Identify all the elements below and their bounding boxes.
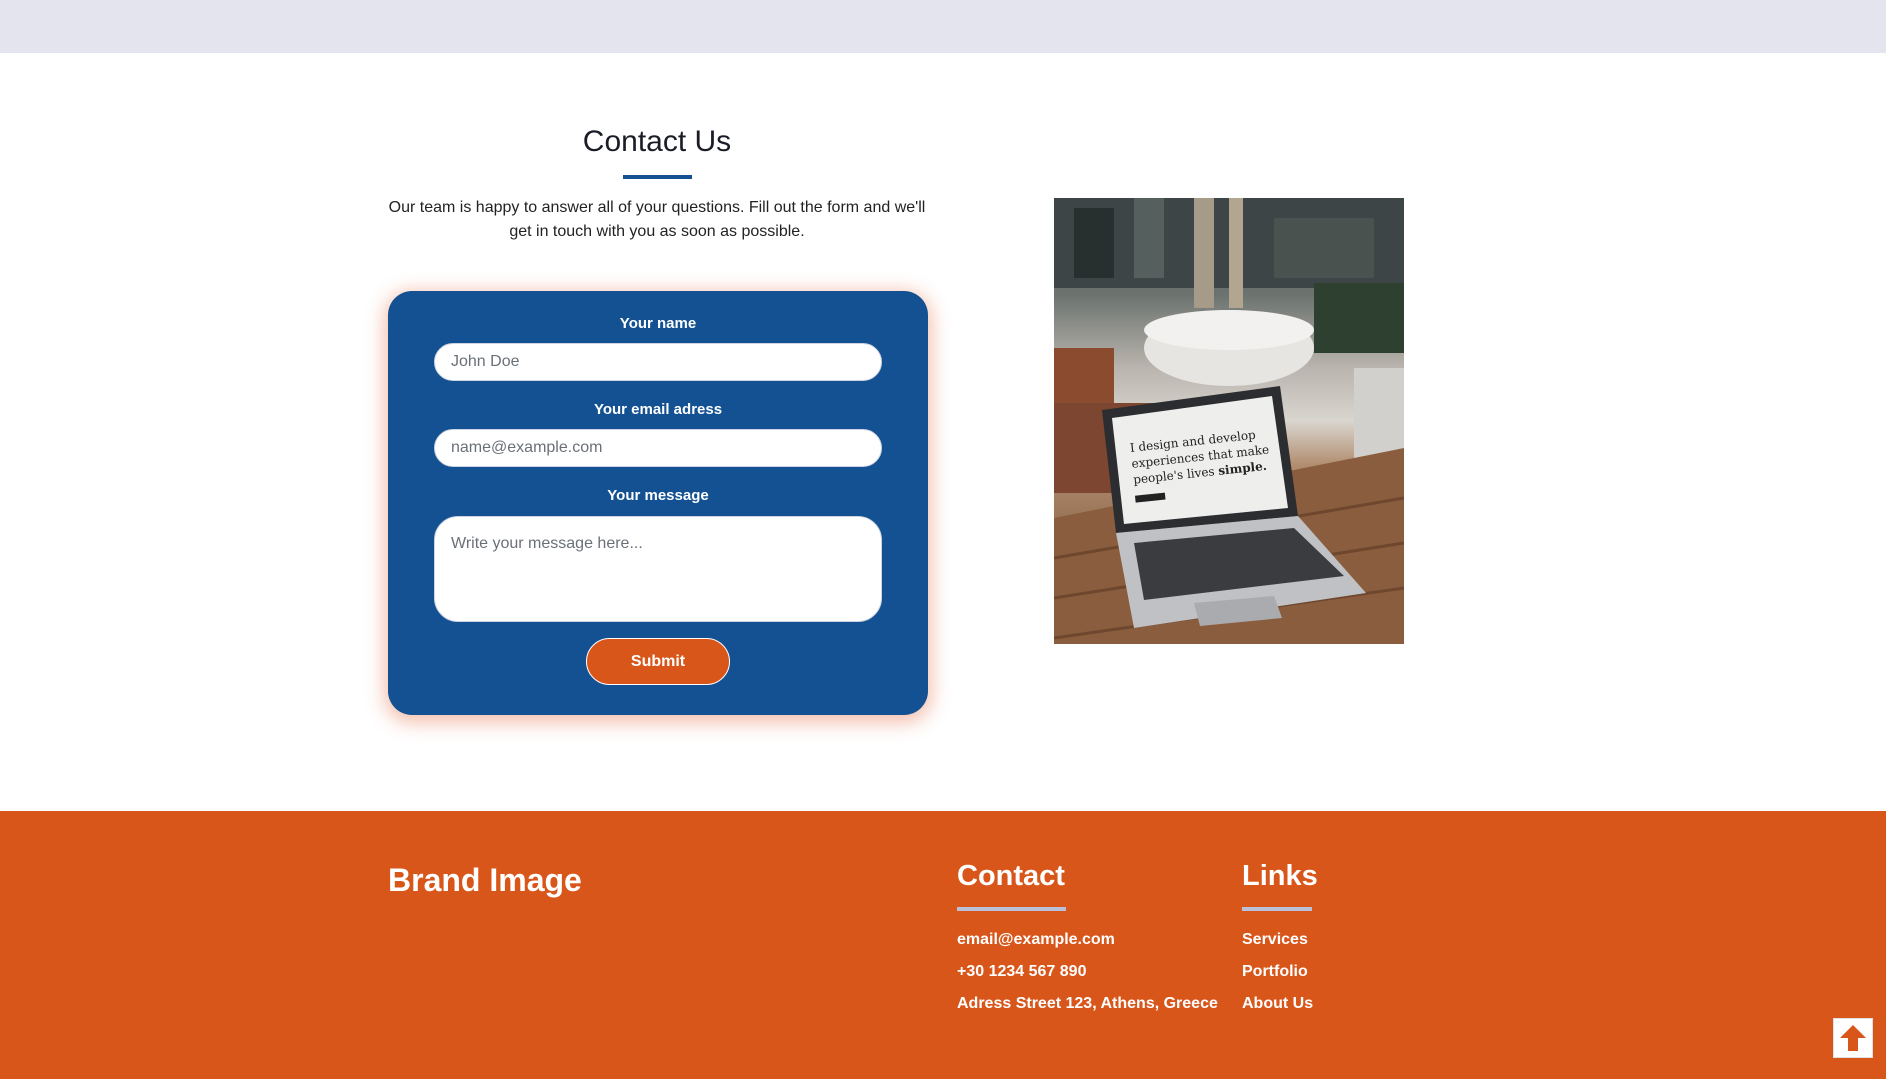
- laptop-photo: I design and develop experiences that ma…: [1054, 198, 1404, 644]
- contact-description: Our team is happy to answer all of your …: [388, 199, 926, 240]
- contact-underline: [957, 907, 1066, 911]
- footer-contact-title: Contact: [957, 860, 1065, 892]
- links-underline: [1242, 907, 1312, 911]
- message-label: Your message: [607, 487, 709, 504]
- contact-form: Your name Your email adress Your message…: [388, 291, 928, 715]
- email-label: Your email adress: [593, 401, 723, 418]
- scroll-to-top-button[interactable]: [1833, 1018, 1873, 1058]
- footer-link-services[interactable]: Services: [1242, 929, 1308, 951]
- footer-phone[interactable]: +30 1234 567 890: [957, 961, 1086, 983]
- top-bar: [0, 0, 1886, 53]
- footer-link-portfolio[interactable]: Portfolio: [1242, 961, 1308, 983]
- title-underline: [623, 175, 692, 179]
- footer-address: Adress Street 123, Athens, Greece: [957, 995, 1218, 1012]
- email-input[interactable]: [434, 429, 882, 467]
- name-label: Your name: [619, 315, 697, 332]
- screen-emphasis: simple.: [1217, 458, 1268, 478]
- brand-image[interactable]: Brand Image: [388, 859, 582, 901]
- footer: Brand Image Contact email@example.com +3…: [0, 811, 1886, 1079]
- footer-email[interactable]: email@example.com: [957, 929, 1115, 951]
- message-textarea[interactable]: [434, 516, 882, 622]
- submit-button[interactable]: Submit: [586, 638, 730, 685]
- name-input[interactable]: [434, 343, 882, 381]
- contact-title: Contact Us: [582, 125, 732, 158]
- footer-link-about[interactable]: About Us: [1242, 993, 1313, 1015]
- footer-links-title: Links: [1242, 860, 1318, 892]
- arrow-up-icon: [1840, 1025, 1866, 1051]
